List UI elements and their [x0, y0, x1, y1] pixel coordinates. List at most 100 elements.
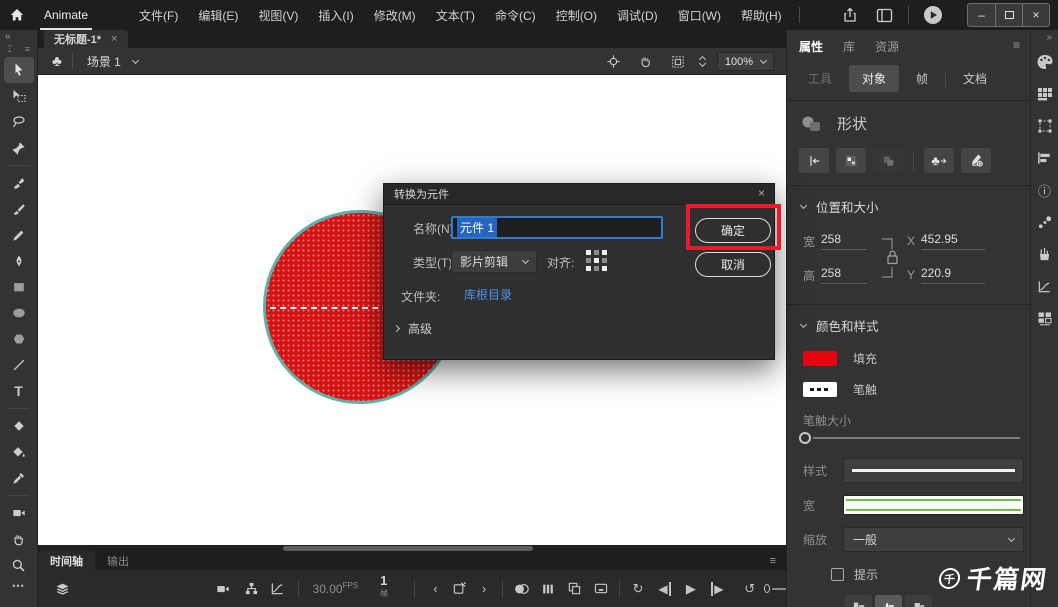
minimize-button[interactable]: –	[968, 4, 995, 26]
step-forward-button[interactable]: ▶	[707, 578, 727, 600]
height-value[interactable]: 258	[821, 266, 867, 284]
polystar-tool[interactable]	[4, 326, 34, 352]
advanced-expander[interactable]: 高级	[394, 320, 432, 337]
zoom-level-select[interactable]: 100%	[717, 52, 774, 71]
flip-align-button[interactable]	[799, 148, 829, 173]
menu-edit[interactable]: 编辑(E)	[189, 3, 247, 28]
horizontal-scrollbar[interactable]	[38, 545, 786, 552]
registration-point-grid[interactable]	[586, 250, 607, 271]
collapse-toolbar-button[interactable]: «	[0, 30, 37, 44]
paint-bucket-tool[interactable]	[4, 439, 34, 465]
cap-butt-button[interactable]	[845, 595, 872, 607]
text-tool[interactable]: T	[4, 378, 34, 404]
width-value[interactable]: 258	[821, 232, 867, 250]
center-stage-button[interactable]	[604, 52, 624, 72]
timeline-panel-menu-icon[interactable]: ≡	[770, 555, 776, 567]
menu-file[interactable]: 文件(F)	[130, 3, 187, 28]
lasso-tool[interactable]	[4, 109, 34, 135]
registration-cell[interactable]	[594, 250, 599, 255]
document-tab-close-icon[interactable]: ×	[111, 33, 117, 45]
dialog-titlebar[interactable]: 转换为元件 ×	[384, 184, 774, 205]
timeline-zoom-slider[interactable]	[764, 578, 786, 600]
menu-modify[interactable]: 修改(M)	[365, 3, 425, 28]
subselection-tool[interactable]	[4, 83, 34, 109]
subtab-document[interactable]: 文档	[950, 65, 1000, 92]
rectangle-tool[interactable]	[4, 274, 34, 300]
width-profile-select[interactable]	[843, 495, 1024, 515]
swatches-panel-button[interactable]	[1033, 82, 1057, 106]
menu-window[interactable]: 窗口(W)	[669, 3, 730, 28]
prev-keyframe-button[interactable]: ‹	[425, 578, 445, 600]
eyedropper-tool[interactable]	[4, 465, 34, 491]
snippets-panel-button[interactable]	[1033, 210, 1057, 234]
section-color-style[interactable]: 颜色和样式	[787, 305, 1030, 343]
tab-properties[interactable]: 属性	[799, 38, 823, 55]
scene-chevron-icon[interactable]	[132, 56, 139, 63]
subtab-frame[interactable]: 帧	[903, 65, 941, 92]
menu-commands[interactable]: 命令(C)	[486, 3, 545, 28]
align-panel-button[interactable]	[1033, 146, 1057, 170]
menu-debug[interactable]: 调试(D)	[608, 3, 667, 28]
pencil-tool[interactable]	[4, 222, 34, 248]
share-button[interactable]	[840, 5, 860, 25]
registration-cell[interactable]	[602, 250, 607, 255]
rotate-view-button[interactable]	[636, 52, 656, 72]
edit-toolbar-button[interactable]: •••	[12, 581, 24, 591]
pen-tool[interactable]	[4, 248, 34, 274]
registration-cell[interactable]	[594, 258, 599, 263]
tab-assets[interactable]: 资源	[875, 38, 899, 55]
transform-panel-button[interactable]	[1033, 114, 1057, 138]
stepper-down-icon[interactable]	[699, 60, 706, 67]
add-camera-button[interactable]	[212, 578, 232, 600]
symbol-name-input[interactable]: 元件 1	[451, 216, 663, 239]
line-tool[interactable]	[4, 352, 34, 378]
test-movie-button[interactable]	[923, 5, 943, 25]
components-panel-button[interactable]	[1033, 306, 1057, 330]
cap-round-button[interactable]	[875, 595, 902, 607]
scale-select[interactable]: 一般	[843, 527, 1024, 552]
frame-span-button[interactable]	[591, 578, 611, 600]
panel-menu-icon[interactable]: ≡	[1013, 38, 1020, 52]
tab-timeline[interactable]: 时间轴	[38, 551, 95, 572]
dialog-close-icon[interactable]: ×	[758, 186, 765, 200]
registration-cell[interactable]	[602, 266, 607, 271]
slider-knob[interactable]	[799, 432, 811, 444]
fps-display[interactable]: 30.00FPS	[313, 581, 359, 596]
step-back-button[interactable]: ◀	[654, 578, 674, 600]
swap-symbol-button[interactable]	[961, 148, 991, 173]
fluid-brush-tool[interactable]	[4, 170, 34, 196]
app-name[interactable]: Animate	[40, 1, 92, 30]
brush-library-panel-button[interactable]	[1033, 242, 1057, 266]
subtab-tool[interactable]: 工具	[795, 65, 845, 92]
onion-skin-button[interactable]	[511, 578, 531, 600]
registration-cell[interactable]	[586, 266, 591, 271]
maximize-button[interactable]	[995, 4, 1022, 26]
zoom-stepper[interactable]	[700, 57, 705, 66]
menu-control[interactable]: 控制(O)	[547, 3, 606, 28]
menu-text[interactable]: 文本(T)	[427, 3, 484, 28]
insert-keyframe-button[interactable]	[450, 578, 470, 600]
stroke-color-swatch[interactable]	[803, 382, 837, 397]
break-apart-button[interactable]	[836, 148, 866, 173]
onion-skin-outlines-button[interactable]	[538, 578, 558, 600]
section-chevron-icon[interactable]	[800, 202, 807, 209]
hand-tool[interactable]	[4, 526, 34, 552]
camera-tool[interactable]	[4, 500, 34, 526]
menu-help[interactable]: 帮助(H)	[732, 3, 791, 28]
scene-name[interactable]: 场景 1	[87, 53, 121, 70]
tab-library[interactable]: 库	[843, 38, 855, 55]
layer-parenting-button[interactable]	[241, 578, 261, 600]
fill-color-swatch[interactable]	[803, 351, 837, 366]
workspace-button[interactable]	[874, 5, 894, 25]
stroke-style-select[interactable]	[843, 458, 1024, 483]
horizontal-scrollbar-thumb[interactable]	[283, 546, 533, 551]
folder-link[interactable]: 库根目录	[464, 286, 512, 303]
menu-view[interactable]: 视图(V)	[249, 3, 307, 28]
section-position-size[interactable]: 位置和大小	[787, 186, 1030, 224]
convert-to-symbol-button[interactable]: ♣	[924, 148, 954, 173]
expand-dock-button[interactable]: »	[1046, 30, 1058, 46]
zoom-tool[interactable]	[4, 552, 34, 578]
layers-button[interactable]	[52, 578, 72, 600]
show-graph-button[interactable]	[267, 578, 287, 600]
tab-output[interactable]: 输出	[95, 551, 141, 572]
